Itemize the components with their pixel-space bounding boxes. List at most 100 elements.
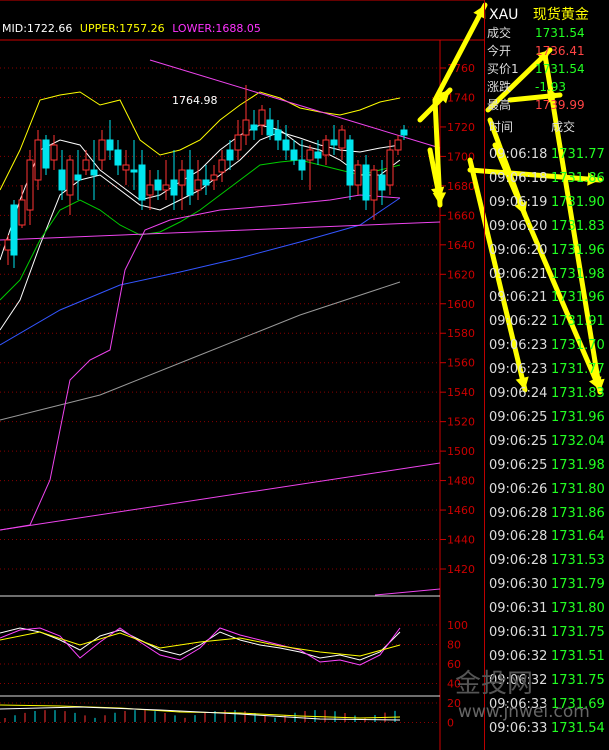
tick-row: 09:06:24 1731.83 xyxy=(489,383,609,405)
tick-price: 1731.75 xyxy=(551,672,605,688)
tick-time: 09:06:25 xyxy=(489,433,548,449)
candle-body xyxy=(370,169,378,201)
quote-panel: XAU 现货黄金 成交 1731.54 今开 1736.41 买价1 1731.54 涨跌 -… xyxy=(484,0,609,750)
y-tick-label: 1640 xyxy=(447,239,475,252)
tick-row: 09:06:28 1731.64 xyxy=(489,526,609,548)
tick-time: 09:06:24 xyxy=(489,386,548,401)
candle-body xyxy=(282,139,290,151)
quote-row-label: 最高 xyxy=(487,98,512,112)
bollinger-lower: LOWER:1688.05 xyxy=(172,22,261,35)
ticks-header: 时间 成交 xyxy=(489,118,575,135)
candle-body xyxy=(210,174,218,181)
tick-row: 09:06:26 1731.80 xyxy=(489,479,609,501)
tick-time: 09:06:26 xyxy=(489,481,548,497)
tick-price: 1731.96 xyxy=(551,409,605,425)
candle-body xyxy=(42,139,50,169)
tick-price: 1731.98 xyxy=(551,457,605,473)
candle-body xyxy=(122,164,130,171)
candle-body xyxy=(130,169,138,173)
candle-body xyxy=(386,149,394,186)
candle-body xyxy=(4,239,12,251)
candle-body xyxy=(378,174,386,191)
candle-body xyxy=(322,139,330,156)
y-tick-label: 1560 xyxy=(447,357,475,370)
candle-body xyxy=(274,129,282,141)
candle-body xyxy=(354,164,362,186)
tick-time: 09:06:20 xyxy=(489,242,548,258)
tick-time: 09:06:30 xyxy=(489,577,548,593)
quote-title: XAU 现货黄金 xyxy=(489,4,589,24)
tick-time: 09:06:25 xyxy=(489,409,548,425)
quote-row: 今开 1736.41 xyxy=(487,42,609,60)
tick-time: 09:06:28 xyxy=(489,553,548,569)
tick-row: 09:06:31 1731.75 xyxy=(489,622,609,644)
y-tick-label: 1520 xyxy=(447,416,475,429)
tick-time: 09:06:25 xyxy=(489,457,548,473)
tick-price: 1731.86 xyxy=(551,505,605,521)
tick-price: 1731.83 xyxy=(551,386,605,401)
tick-time: 09:06:20 xyxy=(489,218,548,234)
tick-row: 09:06:20 1731.83 xyxy=(489,216,609,238)
candle-body xyxy=(98,139,106,161)
y-tick-label: 1620 xyxy=(447,268,475,281)
quote-row-value: 1739.99 xyxy=(535,98,585,112)
candle-body xyxy=(338,129,346,149)
candle-body xyxy=(146,184,154,196)
tick-price: 1731.83 xyxy=(551,218,605,234)
osc-d-line xyxy=(0,627,401,666)
y-tick-label: 1540 xyxy=(447,386,475,399)
quote-row: 涨跌 -1.93 xyxy=(487,78,609,96)
candle-body xyxy=(114,149,122,166)
tick-row: 09:06:20 1731.96 xyxy=(489,240,609,262)
tick-row: 09:06:22 1731.91 xyxy=(489,311,609,333)
candle-body xyxy=(138,164,146,201)
osc-tick-label: 0 xyxy=(447,717,454,730)
quote-row: 买价1 1731.54 xyxy=(487,60,609,78)
ticks-header-time: 时间 xyxy=(489,120,514,134)
tick-time: 09:06:23 xyxy=(489,338,548,354)
tick-time: 09:06:21 xyxy=(489,290,548,306)
tick-time: 09:06:19 xyxy=(489,194,548,210)
tick-row: 09:06:23 1731.70 xyxy=(489,335,609,357)
tick-time: 09:06:18 xyxy=(489,170,548,186)
tick-row: 09:06:23 1731.77 xyxy=(489,359,609,381)
tick-price: 1731.96 xyxy=(551,290,605,306)
ma-longer-line xyxy=(0,281,401,421)
candle-body xyxy=(50,144,58,161)
tick-price: 1731.86 xyxy=(551,170,605,186)
watermark-url: www.jnwei.com xyxy=(458,702,590,722)
tick-row: 09:06:25 1731.98 xyxy=(489,455,609,477)
quote-row-label: 今开 xyxy=(487,44,512,58)
tick-row: 09:06:19 1731.90 xyxy=(489,192,609,214)
candle-body xyxy=(298,159,306,171)
candle-body xyxy=(250,124,258,131)
y-tick-label: 1680 xyxy=(447,180,475,193)
quote-row: 成交 1731.54 xyxy=(487,24,609,42)
candle-body xyxy=(242,119,250,136)
tick-price: 1731.70 xyxy=(551,338,605,354)
tick-price: 1731.51 xyxy=(551,648,605,664)
candle-body xyxy=(90,169,98,176)
trend-line-support xyxy=(0,221,441,241)
candle-body xyxy=(346,139,354,186)
candle-body xyxy=(74,174,82,181)
candle-body xyxy=(234,134,242,151)
quote-row: 最高 1739.99 xyxy=(487,96,609,114)
trend-line-bottom xyxy=(374,588,441,596)
annotation-arrow xyxy=(432,2,488,103)
candle-body xyxy=(314,151,322,159)
quote-row-value: 1736.41 xyxy=(535,44,585,58)
y-tick-label: 1580 xyxy=(447,327,475,340)
candle-body xyxy=(330,139,338,146)
candle-body xyxy=(178,169,186,186)
quote-row-label: 买价1 xyxy=(487,62,519,76)
candle-body xyxy=(362,164,370,201)
tick-row: 09:06:21 1731.96 xyxy=(489,287,609,309)
tick-price: 1731.79 xyxy=(551,577,605,593)
tick-row: 09:06:25 1731.96 xyxy=(489,407,609,429)
candle-body xyxy=(306,149,314,161)
tick-price: 1732.04 xyxy=(551,433,605,449)
tick-price: 1731.75 xyxy=(551,625,605,640)
tick-time: 09:06:18 xyxy=(489,147,548,162)
tick-time: 09:06:23 xyxy=(489,362,548,378)
